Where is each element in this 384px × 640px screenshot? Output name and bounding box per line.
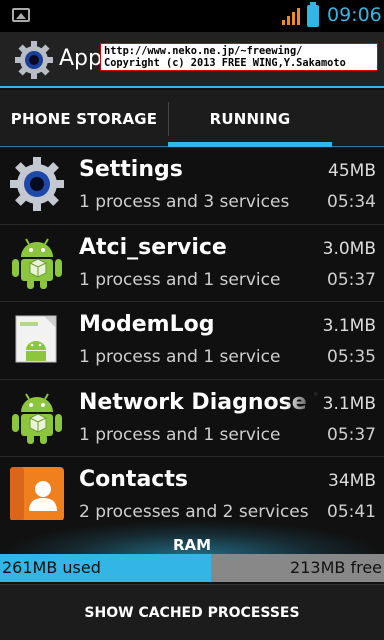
list-item[interactable]: Atci_service 3.0MB 1 process and 1 servi…: [0, 225, 384, 303]
show-cached-processes-button[interactable]: SHOW CACHED PROCESSES: [0, 584, 384, 640]
tab-running[interactable]: RUNNING: [168, 90, 332, 148]
android-icon: [12, 238, 62, 289]
android-package-icon: [15, 315, 57, 363]
ram-usage-panel: RAM 261MB used 213MB free: [0, 520, 384, 584]
app-uptime: 05:34: [327, 192, 376, 212]
tab-bar: PHONE STORAGE RUNNING: [0, 90, 384, 148]
tab-phone-storage[interactable]: PHONE STORAGE: [0, 90, 168, 148]
watermark: http://www.neko.ne.jp/~freewing/ Copyrig…: [100, 43, 378, 71]
battery-icon: [307, 2, 319, 27]
app-memory: 3.1MB: [322, 316, 376, 337]
android-icon: [12, 393, 62, 444]
ram-bar: 261MB used 213MB free: [0, 554, 384, 582]
app-uptime: 05:37: [327, 269, 376, 290]
app-memory: 34MB: [328, 471, 376, 492]
settings-gear-icon[interactable]: [14, 40, 54, 80]
signal-icon: [282, 8, 300, 25]
watermark-line-2: Copyright (c) 2013 FREE WING,Y.Sakamoto: [104, 57, 346, 69]
ram-label: RAM: [172, 536, 212, 554]
app-memory: 45MB: [328, 161, 376, 181]
status-bar: 09:06: [0, 0, 384, 32]
list-item[interactable]: Settings 45MB 1 process and 3 services 0…: [0, 147, 384, 225]
image-notification-icon: [12, 8, 30, 22]
app-uptime: 05:37: [327, 424, 376, 445]
watermark-line-1: http://www.neko.ne.jp/~freewing/: [104, 45, 303, 57]
contacts-icon: [10, 467, 64, 522]
app-processes: 1 process and 1 service: [79, 424, 281, 445]
app-processes: 1 process and 1 service: [79, 347, 281, 368]
app-name: ModemLog: [79, 312, 215, 338]
settings-gear-icon: [10, 157, 64, 211]
running-apps-list: Settings 45MB 1 process and 3 services 0…: [0, 147, 384, 535]
app-processes: 1 process and 3 services: [79, 192, 290, 212]
app-memory: 3.0MB: [322, 238, 376, 259]
ram-free-text: 213MB free: [290, 558, 382, 577]
list-item[interactable]: ModemLog 3.1MB 1 process and 1 service 0…: [0, 302, 384, 380]
app-memory: 3.1MB: [322, 393, 376, 414]
list-item[interactable]: Network Diagnose Tool 3.1MB 1 process an…: [0, 380, 384, 458]
app-name: Atci_service: [79, 234, 227, 260]
app-name: Network Diagnose Tool: [79, 389, 319, 415]
clock: 09:06: [327, 4, 382, 26]
app-processes: 1 process and 1 service: [79, 269, 281, 290]
app-name: Contacts: [79, 467, 188, 493]
app-uptime: 05:35: [327, 347, 376, 368]
app-name: Settings: [79, 157, 183, 182]
ram-used-text: 261MB used: [2, 558, 101, 577]
